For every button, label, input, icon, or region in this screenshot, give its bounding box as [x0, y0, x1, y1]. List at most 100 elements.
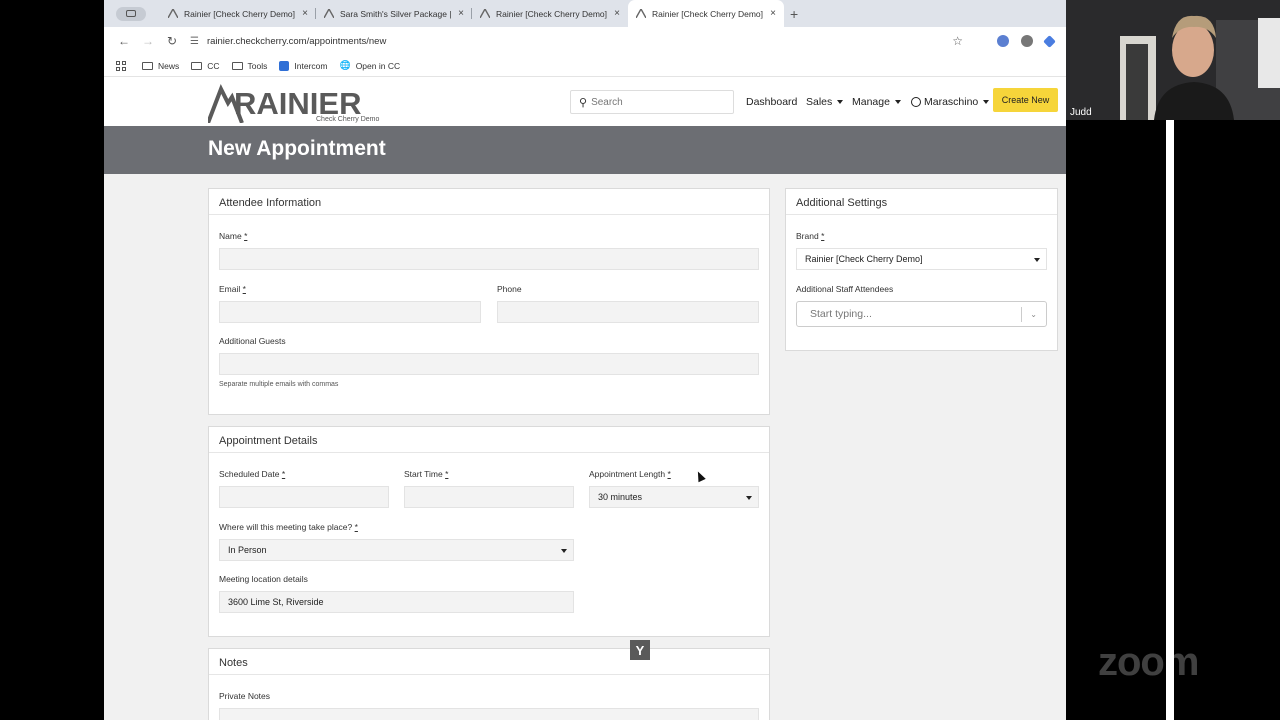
folder-icon [142, 61, 153, 70]
user-icon [911, 97, 921, 107]
page-title-bar: New Appointment [104, 126, 1066, 174]
email-input[interactable] [219, 301, 481, 323]
rainier-favicon-icon [168, 9, 178, 18]
create-new-button[interactable]: Create New [993, 88, 1058, 112]
dropdown-caret-icon [561, 549, 567, 553]
name-input[interactable] [219, 248, 759, 270]
bookmark-intercom[interactable]: Intercom [279, 60, 328, 71]
nav-user-menu[interactable]: Maraschino [911, 96, 990, 108]
staff-attendees-placeholder: Start typing... [810, 308, 872, 320]
globe-icon: 🌐 [339, 60, 351, 70]
url-text[interactable]: rainier.checkcherry.com/appointments/new [207, 36, 952, 47]
browser-window: Rainier [Check Cherry Demo] × Sara Smith… [104, 0, 1066, 720]
rainier-favicon-icon [324, 9, 334, 18]
brand-value: Rainier [Check Cherry Demo] [805, 254, 923, 264]
location-details-input[interactable]: 3600 Lime St, Riverside [219, 591, 574, 613]
folder-icon [191, 61, 203, 70]
tab-bar: Rainier [Check Cherry Demo] × Sara Smith… [104, 0, 1066, 27]
name-label: Name * [219, 231, 247, 241]
attendee-heading: Attendee Information [219, 197, 322, 209]
phone-input[interactable] [497, 301, 759, 323]
required-mark: * [821, 231, 825, 241]
start-time-input[interactable] [404, 486, 574, 508]
bookmark-open-in-cc[interactable]: 🌐 Open in CC [339, 60, 400, 71]
bookmark-star-icon[interactable]: ☆ [952, 34, 963, 48]
address-bar[interactable]: ☰ rainier.checkcherry.com/appointments/n… [190, 30, 985, 52]
staff-attendees-input[interactable]: Start typing... ⌄ [796, 301, 1047, 327]
participant-video-icon [1066, 0, 1280, 120]
tab-search-icon[interactable] [116, 6, 146, 21]
caret-down-icon [983, 100, 990, 104]
rainier-logo[interactable]: RAINIER Check Cherry Demo [208, 83, 390, 123]
chevron-down-icon: ⌄ [1030, 310, 1037, 319]
scheduled-date-label: Scheduled Date * [219, 469, 285, 479]
meeting-place-label-text: Where will this meeting take place? [219, 522, 353, 532]
dropdown-caret-icon [1034, 258, 1040, 262]
new-tab-button[interactable]: + [790, 6, 798, 22]
start-time-label-text: Start Time [404, 469, 443, 479]
browser-tab[interactable]: Sara Smith's Silver Package | × [316, 0, 472, 27]
bookmark-tools[interactable]: Tools [231, 60, 268, 71]
app-header: RAINIER Check Cherry Demo ⚲ Search Dashb… [104, 78, 1066, 126]
additional-settings-card: Additional Settings Brand * Rainier [Che… [785, 188, 1058, 351]
nav-sales[interactable]: Sales [806, 96, 844, 108]
back-arrow-icon[interactable]: ← [112, 34, 136, 48]
close-tab-icon[interactable]: × [614, 8, 620, 19]
tab-title: Sara Smith's Silver Package | [340, 8, 452, 19]
forward-arrow-icon[interactable]: → [136, 34, 160, 48]
scheduled-date-input[interactable] [219, 486, 389, 508]
brand-select[interactable]: Rainier [Check Cherry Demo] [796, 248, 1047, 270]
bookmark-label: Tools [247, 60, 268, 71]
nav-sales-label: Sales [806, 96, 833, 108]
required-mark: * [354, 522, 358, 532]
notes-heading: Notes [219, 657, 248, 669]
guests-label: Additional Guests [219, 336, 286, 346]
side-panel-edge [1166, 120, 1174, 720]
close-tab-icon[interactable]: × [458, 8, 464, 19]
meeting-place-select[interactable]: In Person [219, 539, 574, 561]
close-tab-icon[interactable]: × [302, 8, 308, 19]
caret-down-icon [837, 100, 844, 104]
notes-card: Notes Private Notes [208, 648, 770, 720]
webcam-video: Judd [1066, 0, 1280, 120]
appointment-details-card: Appointment Details Scheduled Date * Sta… [208, 426, 770, 637]
nav-user-label: Maraschino [924, 96, 979, 108]
site-settings-icon[interactable]: ☰ [190, 36, 199, 47]
private-notes-label: Private Notes [219, 691, 271, 701]
dropdown-caret-icon [746, 496, 752, 500]
extension-icon[interactable] [1043, 34, 1056, 48]
nav-manage-label: Manage [852, 96, 890, 108]
bookmark-cc[interactable]: CC [191, 61, 220, 71]
folder-icon [231, 61, 243, 70]
extension-icon[interactable] [1021, 35, 1033, 47]
bookmarks-bar: News CC Tools Intercom 🌐 Open in CC [104, 55, 1066, 77]
nav-dashboard[interactable]: Dashboard [746, 96, 797, 108]
logo-subtitle: Check Cherry Demo [316, 116, 380, 123]
meeting-place-value: In Person [228, 545, 267, 555]
location-details-value: 3600 Lime St, Riverside [228, 597, 324, 607]
search-input[interactable]: ⚲ Search [570, 90, 734, 114]
brand-label: Brand * [796, 231, 824, 241]
additional-guests-input[interactable] [219, 353, 759, 375]
nav-manage[interactable]: Manage [852, 96, 901, 108]
attendee-info-card: Attendee Information Name * Email * Phon… [208, 188, 770, 415]
appointment-length-value: 30 minutes [598, 492, 643, 502]
staff-attendees-label: Additional Staff Attendees [796, 284, 894, 294]
start-time-label: Start Time * [404, 469, 448, 479]
required-mark: * [242, 284, 246, 294]
browser-tab[interactable]: Rainier [Check Cherry Demo] × [472, 0, 628, 27]
bookmark-label: Intercom [294, 60, 328, 71]
close-tab-icon[interactable]: × [770, 8, 776, 19]
divider [209, 674, 769, 675]
required-mark: * [445, 469, 449, 479]
divider [786, 214, 1057, 215]
browser-tab[interactable]: Rainier [Check Cherry Demo] × [160, 0, 316, 27]
appointment-length-select[interactable]: 30 minutes [589, 486, 759, 508]
bookmark-news[interactable]: News [142, 61, 179, 71]
required-mark: * [244, 231, 248, 241]
reload-icon[interactable]: ↻ [160, 34, 184, 48]
private-notes-input[interactable] [219, 708, 759, 720]
extension-icon[interactable] [997, 35, 1009, 47]
browser-tab-active[interactable]: Rainier [Check Cherry Demo] × [628, 0, 784, 27]
apps-grid-icon[interactable] [116, 60, 126, 71]
